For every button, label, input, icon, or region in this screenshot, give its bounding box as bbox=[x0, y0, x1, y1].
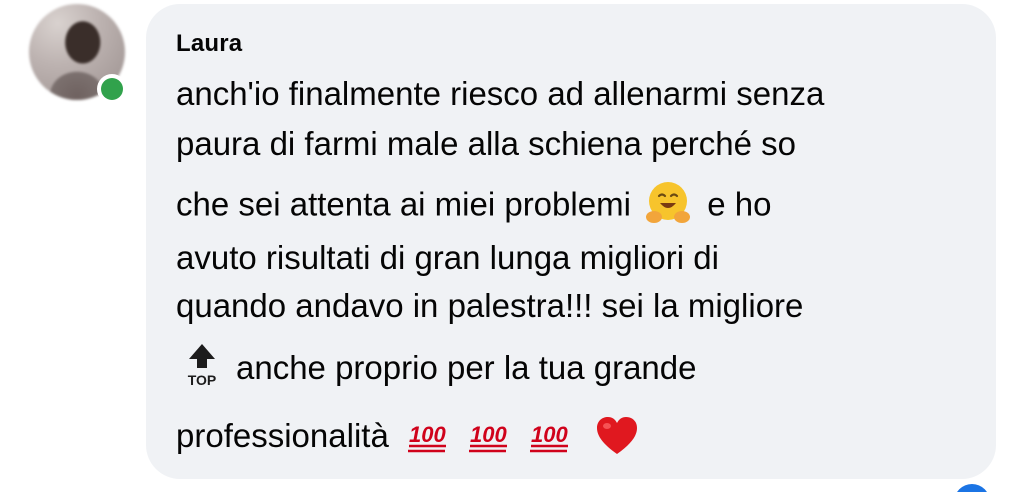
hundred-points-emoji-icon: 100 bbox=[407, 422, 446, 453]
hundred-points-emoji-icon: 100 bbox=[469, 422, 508, 453]
hundred-points-emoji-icon: 100 bbox=[530, 422, 569, 453]
comment-author-name[interactable]: Laura bbox=[176, 30, 242, 58]
comment-text-line-1: anch'io finalmente riesco ad allenarmi s… bbox=[176, 75, 825, 112]
comment-text-segment: e ho bbox=[707, 185, 772, 223]
comment-text-line-5: quando andavo in palestra!!! sei la migl… bbox=[176, 287, 804, 324]
comment-text-line-2: paura di farmi male alla schiena perché … bbox=[176, 125, 796, 162]
top-arrow-emoji-icon: TOP bbox=[188, 344, 217, 388]
top-label: TOP bbox=[188, 372, 217, 388]
hundred-label: 100 bbox=[531, 422, 568, 447]
red-heart-emoji-icon bbox=[597, 417, 638, 455]
comment-thread: Laura anch'io finalmente riesco ad allen… bbox=[0, 0, 1024, 492]
comment-text-line-7: professionalità 100 100 100 bbox=[176, 416, 639, 460]
hundred-label: 100 bbox=[470, 422, 507, 447]
comment-text-line-4: avuto risultati di gran lunga migliori d… bbox=[176, 239, 719, 276]
hugging-face-emoji-icon bbox=[646, 182, 691, 223]
online-status-icon bbox=[101, 78, 123, 100]
comment-text-segment: professionalità bbox=[176, 417, 389, 454]
comment-text-line-6: anche proprio per la tua grande bbox=[236, 349, 697, 386]
comment-text-line-3: che sei attenta ai miei problemi e ho bbox=[176, 182, 772, 231]
hundred-label: 100 bbox=[409, 422, 446, 447]
comment-text-segment: che sei attenta ai miei problemi bbox=[176, 185, 631, 223]
reaction-badge-icon[interactable] bbox=[954, 484, 990, 492]
